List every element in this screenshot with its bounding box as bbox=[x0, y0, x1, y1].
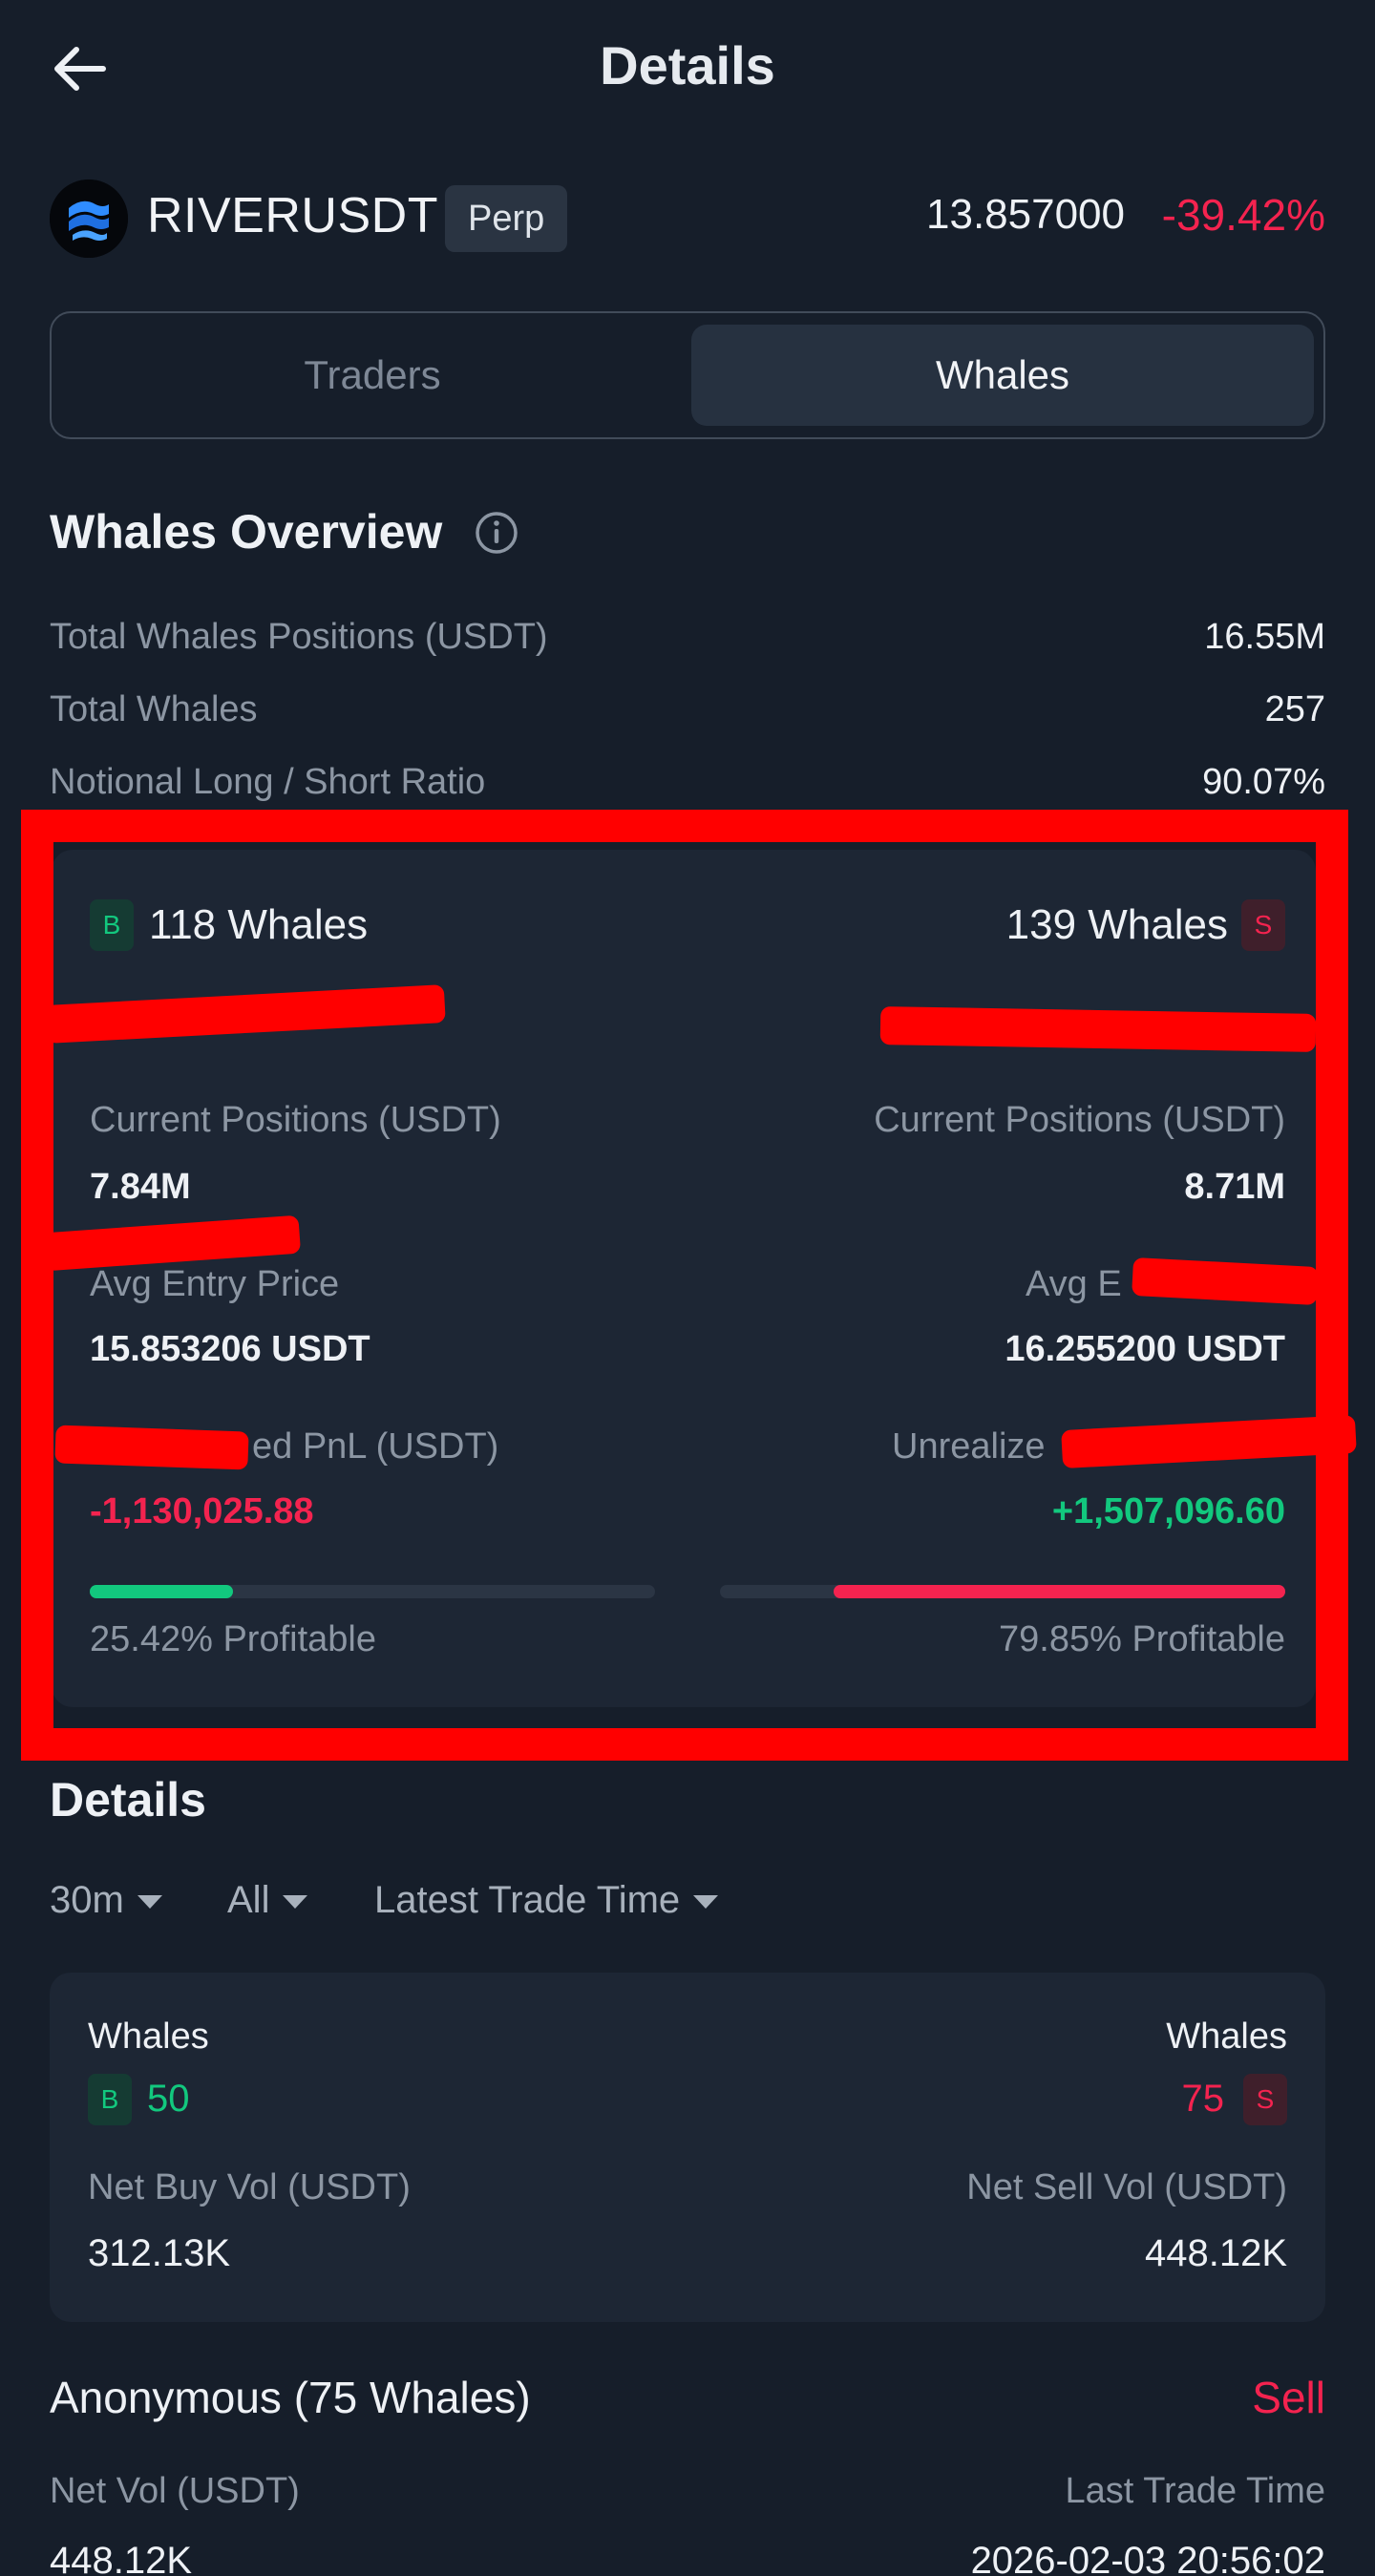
river-logo-icon bbox=[50, 179, 128, 258]
perp-badge: Perp bbox=[445, 185, 568, 252]
filter-timeframe[interactable]: 30m bbox=[50, 1879, 162, 1922]
whale-entry-side: Sell bbox=[1252, 2373, 1325, 2422]
net-sell-vol-value: 448.12K bbox=[1144, 2232, 1287, 2274]
price-change: -39.42% bbox=[1161, 190, 1325, 240]
overview-value-ls-ratio: 90.07% bbox=[1202, 762, 1325, 802]
sell-whales-title: Whales bbox=[1166, 2016, 1287, 2057]
overview-label-total-whales: Total Whales bbox=[50, 689, 258, 729]
last-price: 13.857000 bbox=[926, 191, 1125, 238]
symbol-name: RIVERUSDT bbox=[147, 188, 438, 243]
info-icon[interactable] bbox=[474, 510, 519, 556]
tab-traders[interactable]: Traders bbox=[61, 325, 684, 426]
section-title-details: Details bbox=[50, 1773, 206, 1826]
net-vol-value: 448.12K bbox=[50, 2540, 193, 2576]
sell-badge: S bbox=[1243, 2074, 1287, 2125]
details-summary-card: Whales Whales B 50 75 S Net Buy Vol (USD… bbox=[50, 1973, 1325, 2322]
annotation-scribble bbox=[879, 1006, 1317, 1052]
annotation-scribble bbox=[54, 1425, 249, 1470]
sell-whales-count: 75 bbox=[1181, 2078, 1225, 2120]
overview-label-ls-ratio: Notional Long / Short Ratio bbox=[50, 762, 486, 802]
net-sell-vol-label: Net Sell Vol (USDT) bbox=[966, 2167, 1287, 2207]
filter-side-label: All bbox=[227, 1879, 270, 1921]
net-vol-label: Net Vol (USDT) bbox=[50, 2471, 300, 2511]
net-buy-vol-label: Net Buy Vol (USDT) bbox=[88, 2167, 411, 2207]
whale-entry-name[interactable]: Anonymous (75 Whales) bbox=[50, 2372, 531, 2423]
filter-sort[interactable]: Latest Trade Time bbox=[374, 1879, 719, 1922]
filter-sort-label: Latest Trade Time bbox=[374, 1879, 681, 1921]
tab-bar: Traders Whales bbox=[50, 311, 1325, 439]
buy-whales-title: Whales bbox=[88, 2016, 209, 2057]
buy-badge: B bbox=[88, 2074, 132, 2125]
section-title-overview: Whales Overview bbox=[50, 505, 443, 559]
overview-label-total-positions: Total Whales Positions (USDT) bbox=[50, 617, 548, 657]
chevron-down-icon bbox=[693, 1895, 719, 1910]
tab-whales[interactable]: Whales bbox=[691, 325, 1314, 426]
chevron-down-icon bbox=[137, 1895, 162, 1910]
overview-value-total-positions: 16.55M bbox=[1204, 617, 1325, 657]
filter-timeframe-label: 30m bbox=[50, 1879, 124, 1921]
buy-whales-count: 50 bbox=[147, 2078, 190, 2120]
last-trade-time-value: 2026-02-03 20:56:02 bbox=[970, 2540, 1325, 2576]
last-trade-time-label: Last Trade Time bbox=[1065, 2471, 1325, 2511]
net-buy-vol-value: 312.13K bbox=[88, 2232, 231, 2274]
chevron-down-icon bbox=[283, 1895, 308, 1910]
overview-value-total-whales: 257 bbox=[1264, 689, 1325, 729]
filter-side[interactable]: All bbox=[227, 1879, 308, 1922]
page-title: Details bbox=[600, 35, 775, 95]
